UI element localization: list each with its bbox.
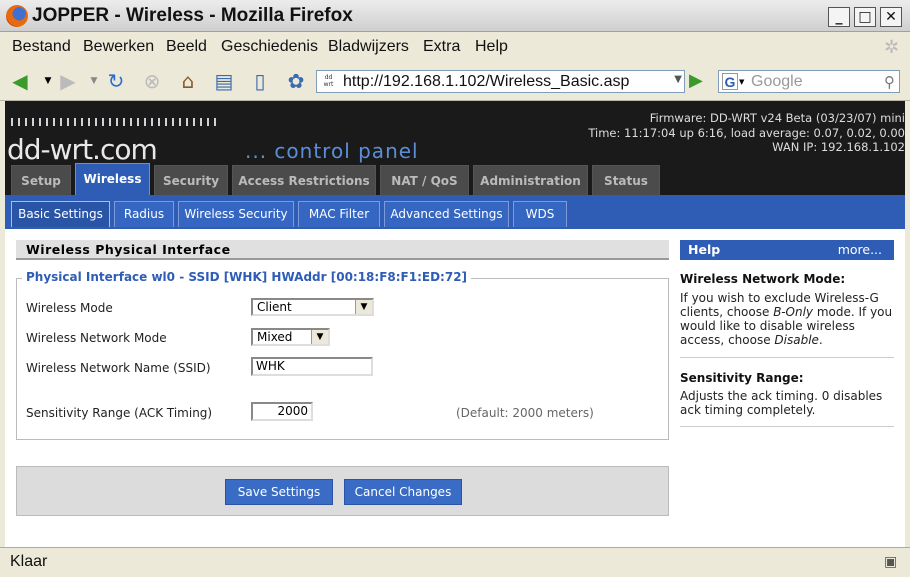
- site-favicon: dd wrt: [323, 74, 334, 88]
- content-area: Wireless Physical Interface Physical Int…: [5, 229, 905, 547]
- status-bar: Klaar ▣: [0, 547, 910, 577]
- status-page-icon: ▣: [884, 554, 898, 570]
- forward-dropdown-icon[interactable]: ▼: [82, 69, 106, 93]
- minimize-button[interactable]: _: [828, 7, 850, 27]
- tab-setup[interactable]: Setup: [11, 165, 71, 195]
- go-icon[interactable]: ▶: [689, 70, 703, 91]
- menu-bladwijzers[interactable]: Bladwijzers: [328, 38, 409, 56]
- history-icon[interactable]: ▤: [212, 69, 236, 93]
- help-network-mode-text: If you wish to exclude Wireless-G client…: [680, 291, 893, 347]
- engine-dropdown-icon[interactable]: ▼: [739, 78, 744, 86]
- save-settings-button[interactable]: Save Settings: [225, 479, 333, 505]
- help-header: Help more...: [680, 240, 894, 260]
- tab-status[interactable]: Status: [592, 165, 660, 195]
- throbber-icon: ✲: [884, 37, 900, 58]
- subtab-basic-settings[interactable]: Basic Settings: [11, 201, 110, 227]
- logo-decoration: [11, 118, 216, 126]
- url-dropdown-icon[interactable]: ▼: [674, 74, 682, 85]
- time-info: Time: 11:17:04 up 6:16, load average: 0.…: [588, 125, 905, 140]
- tab-administration[interactable]: Administration: [473, 165, 588, 195]
- network-mode-value: Mixed: [257, 330, 293, 344]
- dd-wrt-logo: dd-wrt.com: [7, 133, 158, 166]
- network-mode-select[interactable]: Mixed ▼: [251, 328, 330, 346]
- stop-icon[interactable]: ⊗: [140, 69, 164, 93]
- router-info: Firmware: DD-WRT v24 Beta (03/23/07) min…: [588, 111, 905, 155]
- help-more-link[interactable]: more...: [838, 240, 882, 260]
- reload-icon[interactable]: ↻: [104, 69, 128, 93]
- url-text[interactable]: http://192.168.1.102/Wireless_Basic.asp: [343, 73, 629, 91]
- help-title: Help: [688, 242, 721, 257]
- wan-ip-info: WAN IP: 192.168.1.102: [772, 140, 905, 154]
- search-bar[interactable]: G ▼ Google ⚲: [718, 70, 900, 93]
- firmware-info: Firmware: DD-WRT v24 Beta (03/23/07) min…: [649, 111, 905, 125]
- ssid-label: Wireless Network Name (SSID): [26, 361, 211, 375]
- search-input[interactable]: Google: [751, 73, 803, 91]
- extension-icon[interactable]: ✿: [284, 69, 308, 93]
- network-mode-label: Wireless Network Mode: [26, 331, 167, 345]
- subtab-radius[interactable]: Radius: [114, 201, 174, 227]
- maximize-button[interactable]: □: [854, 7, 876, 27]
- help-divider: [680, 357, 894, 358]
- window-title: JOPPER - Wireless - Mozilla Firefox: [32, 5, 353, 26]
- sensitivity-label: Sensitivity Range (ACK Timing): [26, 406, 213, 420]
- wireless-mode-select[interactable]: Client ▼: [251, 298, 374, 316]
- section-title: Wireless Physical Interface: [16, 240, 669, 260]
- help-sensitivity-heading: Sensitivity Range:: [680, 371, 804, 385]
- tab-nat-qos[interactable]: NAT / QoS: [380, 165, 469, 195]
- tab-security[interactable]: Security: [154, 165, 228, 195]
- menu-bar: Bestand Bewerken Beeld Geschiedenis Blad…: [0, 33, 910, 61]
- help-divider: [680, 426, 894, 427]
- control-panel-tagline: ... control panel: [245, 139, 419, 163]
- subtab-advanced-settings[interactable]: Advanced Settings: [384, 201, 509, 227]
- menu-beeld[interactable]: Beeld: [166, 38, 207, 56]
- subtab-mac-filter[interactable]: MAC Filter: [298, 201, 380, 227]
- menu-extra[interactable]: Extra: [423, 38, 460, 56]
- address-bar[interactable]: dd wrt http://192.168.1.102/Wireless_Bas…: [316, 70, 685, 93]
- button-bar: Save Settings Cancel Changes: [16, 466, 669, 516]
- tab-access-restrictions[interactable]: Access Restrictions: [232, 165, 376, 195]
- chevron-down-icon[interactable]: ▼: [311, 330, 328, 344]
- forward-icon[interactable]: ▶: [56, 69, 80, 93]
- menu-bewerken[interactable]: Bewerken: [83, 38, 154, 56]
- back-icon[interactable]: ◀: [8, 69, 32, 93]
- google-engine-icon[interactable]: G: [722, 73, 738, 90]
- status-text: Klaar: [10, 553, 48, 570]
- wireless-mode-value: Client: [257, 300, 292, 314]
- search-icon[interactable]: ⚲: [884, 73, 895, 91]
- sensitivity-input[interactable]: 2000: [251, 402, 313, 421]
- firefox-icon: [6, 5, 28, 27]
- web-page: Firmware: DD-WRT v24 Beta (03/23/07) min…: [5, 101, 905, 547]
- help-network-mode-heading: Wireless Network Mode:: [680, 272, 846, 286]
- subtab-wds[interactable]: WDS: [513, 201, 567, 227]
- subtab-wireless-security[interactable]: Wireless Security: [178, 201, 294, 227]
- ssid-input[interactable]: WHK: [251, 357, 373, 376]
- bookmarks-icon[interactable]: ▯: [248, 69, 272, 93]
- menu-help[interactable]: Help: [475, 38, 508, 56]
- menu-bestand[interactable]: Bestand: [12, 38, 71, 56]
- chevron-down-icon[interactable]: ▼: [355, 300, 372, 314]
- tab-wireless[interactable]: Wireless: [75, 163, 150, 195]
- interface-legend: Physical Interface wl0 - SSID [WHK] HWAd…: [22, 270, 472, 284]
- cancel-changes-button[interactable]: Cancel Changes: [344, 479, 462, 505]
- home-icon[interactable]: ⌂: [176, 69, 200, 93]
- help-sensitivity-text: Adjusts the ack timing. 0 disables ack t…: [680, 389, 883, 417]
- menu-geschiedenis[interactable]: Geschiedenis: [221, 38, 318, 56]
- close-button[interactable]: ✕: [880, 7, 902, 27]
- subtab-bar: Basic Settings Radius Wireless Security …: [5, 195, 905, 229]
- sensitivity-default: (Default: 2000 meters): [456, 406, 594, 420]
- window-title-bar: JOPPER - Wireless - Mozilla Firefox _ □ …: [0, 0, 910, 32]
- wireless-mode-label: Wireless Mode: [26, 301, 113, 315]
